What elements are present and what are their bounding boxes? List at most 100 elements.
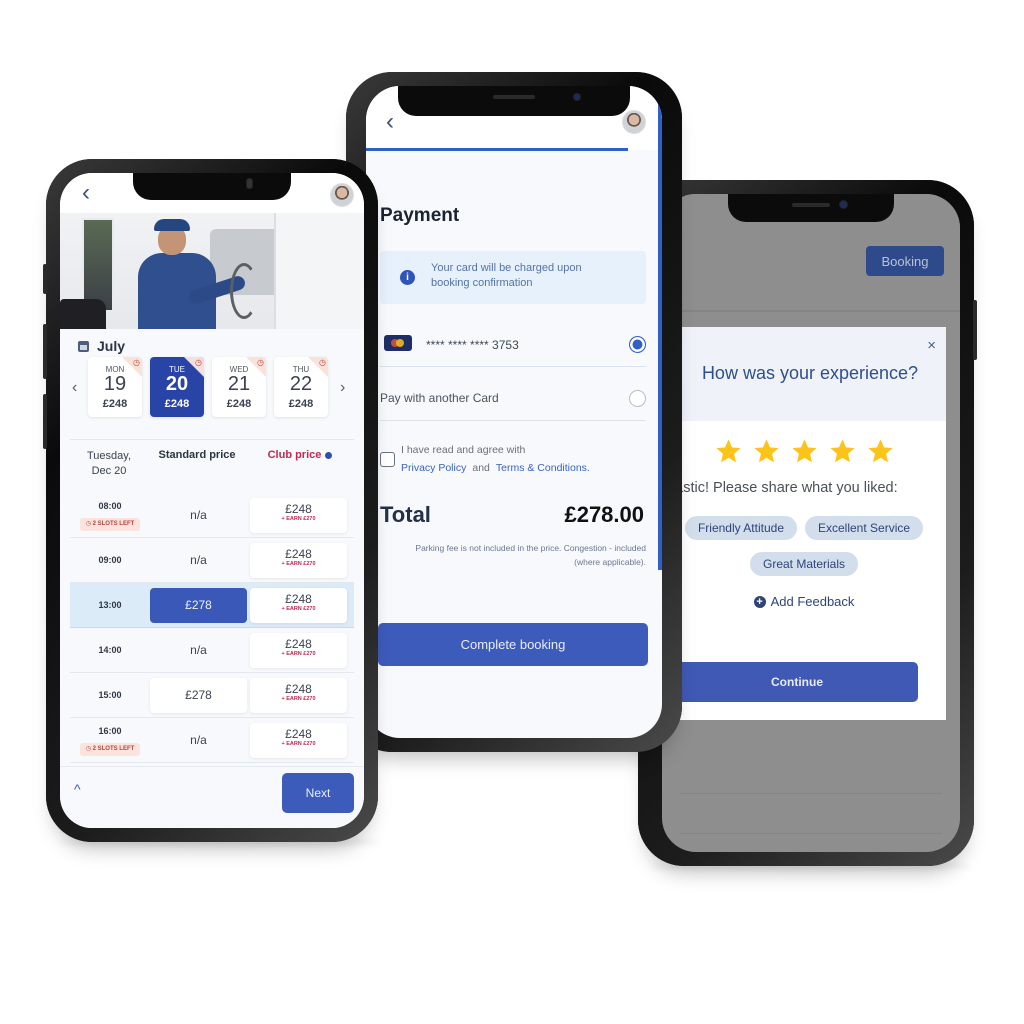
slots-table-header: Tuesday, Dec 20 Standard price Club pric… [60,449,364,489]
add-feedback-link[interactable]: + Add Feedback [662,594,946,609]
mastercard-icon [384,335,412,351]
selected-date-line1: Tuesday, [86,450,132,462]
club-earn: + EARN £270 [281,516,316,522]
terms-checkbox[interactable] [380,452,395,467]
avatar[interactable] [622,110,646,134]
standard-price-cell[interactable]: £278 [150,588,247,623]
club-earn: + EARN £270 [281,606,316,612]
star-icon[interactable] [790,437,819,466]
star-rating[interactable] [662,437,946,466]
back-chevron-icon[interactable]: ‹ [386,110,394,134]
club-price-cell[interactable]: £248 + EARN £270 [250,633,347,668]
another-card-option[interactable]: Pay with another Card [380,377,646,421]
share-prompt: antastic! Please share what you liked: [662,480,898,496]
phone-booking: ‹ July ‹ ◷ MON 19 £248 ◷ TUE 20 £248 ◷ W… [43,159,378,842]
club-price-header: Club price [250,449,350,461]
terms-link[interactable]: Terms & Conditions. [496,462,590,474]
hero-image-plumber [60,213,364,329]
complete-booking-button[interactable]: Complete booking [378,623,648,666]
slots-left-badge: ◷ 2 SLOTS LEFT [80,743,140,756]
calendar-icon [78,340,89,352]
club-price-cell[interactable]: £248 + EARN £270 [250,498,347,533]
month-label: July [97,338,126,354]
hero-toolbox [60,299,106,329]
star-icon[interactable] [752,437,781,466]
volume-button [43,394,47,449]
back-chevron-icon[interactable]: ‹ [82,181,90,205]
another-card-radio[interactable] [629,390,646,407]
notch [398,86,630,116]
star-icon[interactable] [828,437,857,466]
hero-window [82,218,114,312]
club-price: £248 [285,637,312,651]
selected-date-label: Tuesday, Dec 20 [72,449,146,479]
time-slot-row[interactable]: 16:00 ◷ 2 SLOTS LEFT n/a £248 + EARN £270 [70,718,354,763]
booking-screen: ‹ July ‹ ◷ MON 19 £248 ◷ TUE 20 £248 ◷ W… [60,173,364,828]
camera [247,179,252,188]
continue-button[interactable]: Continue [676,662,918,702]
avatar[interactable] [330,183,354,207]
booking-button[interactable]: Booking [866,246,944,276]
time-slot-row[interactable]: 13:00 £278 £248 + EARN £270 [70,583,354,628]
club-price: £248 [285,592,312,606]
power-button [973,300,977,360]
hero-pipe [230,263,258,319]
close-icon[interactable]: × [927,337,936,354]
club-price-cell[interactable]: £248 + EARN £270 [250,723,347,758]
date-price: £248 [102,398,128,410]
add-feedback-label: Add Feedback [770,594,855,609]
slot-time: 13:00 [98,600,122,610]
privacy-policy-link[interactable]: Privacy Policy [401,462,466,474]
footer: ^ Next [60,766,364,828]
time-slot-row[interactable]: 09:00 n/a £248 + EARN £270 [70,538,354,583]
date-card-selected[interactable]: ◷ TUE 20 £248 [150,357,204,417]
saved-card-option[interactable]: **** **** **** 3753 [380,323,646,367]
feedback-modal: × How was your experience? antastic! Ple… [662,327,946,720]
total-label: Total [380,502,431,527]
chip-great-materials[interactable]: Great Materials [749,552,859,576]
chip-friendly-attitude[interactable]: Friendly Attitude [684,516,797,540]
card-number: **** **** **** 3753 [426,338,519,352]
time-slots-list: 08:00 ◷ 2 SLOTS LEFT n/a £248 + EARN £270 09:… [70,493,354,763]
date-card[interactable]: ◷ THU 22 £248 [274,357,328,417]
next-button[interactable]: Next [282,773,354,813]
clock-icon: ◷ [257,358,264,367]
club-earn: + EARN £270 [281,696,316,702]
date-day: 19 [103,373,127,395]
club-price-cell[interactable]: £248 + EARN £270 [250,543,347,578]
next-date-chevron-icon[interactable]: › [340,379,345,397]
standard-price-cell: n/a [190,643,207,657]
club-earn: + EARN £270 [281,741,316,747]
date-picker: ‹ ◷ MON 19 £248 ◷ TUE 20 £248 ◷ WED 21 £… [60,357,364,429]
standard-price-cell: n/a [190,508,207,522]
chip-excellent-service[interactable]: Excellent Service [805,516,924,540]
time-slot-row[interactable]: 08:00 ◷ 2 SLOTS LEFT n/a £248 + EARN £270 [70,493,354,538]
another-card-label: Pay with another Card [380,391,499,405]
page-title: Payment [380,205,460,226]
star-icon[interactable] [866,437,895,466]
scrollbar[interactable] [658,100,662,570]
date-card[interactable]: ◷ WED 21 £248 [212,357,266,417]
selected-date-line2: Dec 20 [91,465,127,477]
slot-time: 16:00 [98,726,122,736]
time-slot-row[interactable]: 14:00 n/a £248 + EARN £270 [70,628,354,673]
star-icon[interactable] [714,437,743,466]
month-header: July [78,338,125,354]
payment-screen: ‹ Payment i Your card will be charged up… [366,86,662,738]
clock-icon: ◷ [133,358,140,367]
club-price: £248 [285,547,312,561]
time-slot-row[interactable]: 15:00 £278 £248 + EARN £270 [70,673,354,718]
club-price: £248 [285,727,312,741]
info-icon[interactable] [325,451,333,459]
chevron-up-icon[interactable]: ^ [74,781,81,797]
prev-date-chevron-icon[interactable]: ‹ [72,379,77,397]
club-price-cell[interactable]: £248 + EARN £270 [250,678,347,713]
fee-note-line2: (where applicable). [574,557,646,567]
date-price: £248 [288,398,314,410]
date-card[interactable]: ◷ MON 19 £248 [88,357,142,417]
club-price-cell[interactable]: £248 + EARN £270 [250,588,347,623]
modal-title: How was your experience? [701,363,919,383]
plus-circle-icon: + [753,595,766,608]
saved-card-radio[interactable] [629,336,646,353]
standard-price-cell[interactable]: £278 [150,678,247,713]
